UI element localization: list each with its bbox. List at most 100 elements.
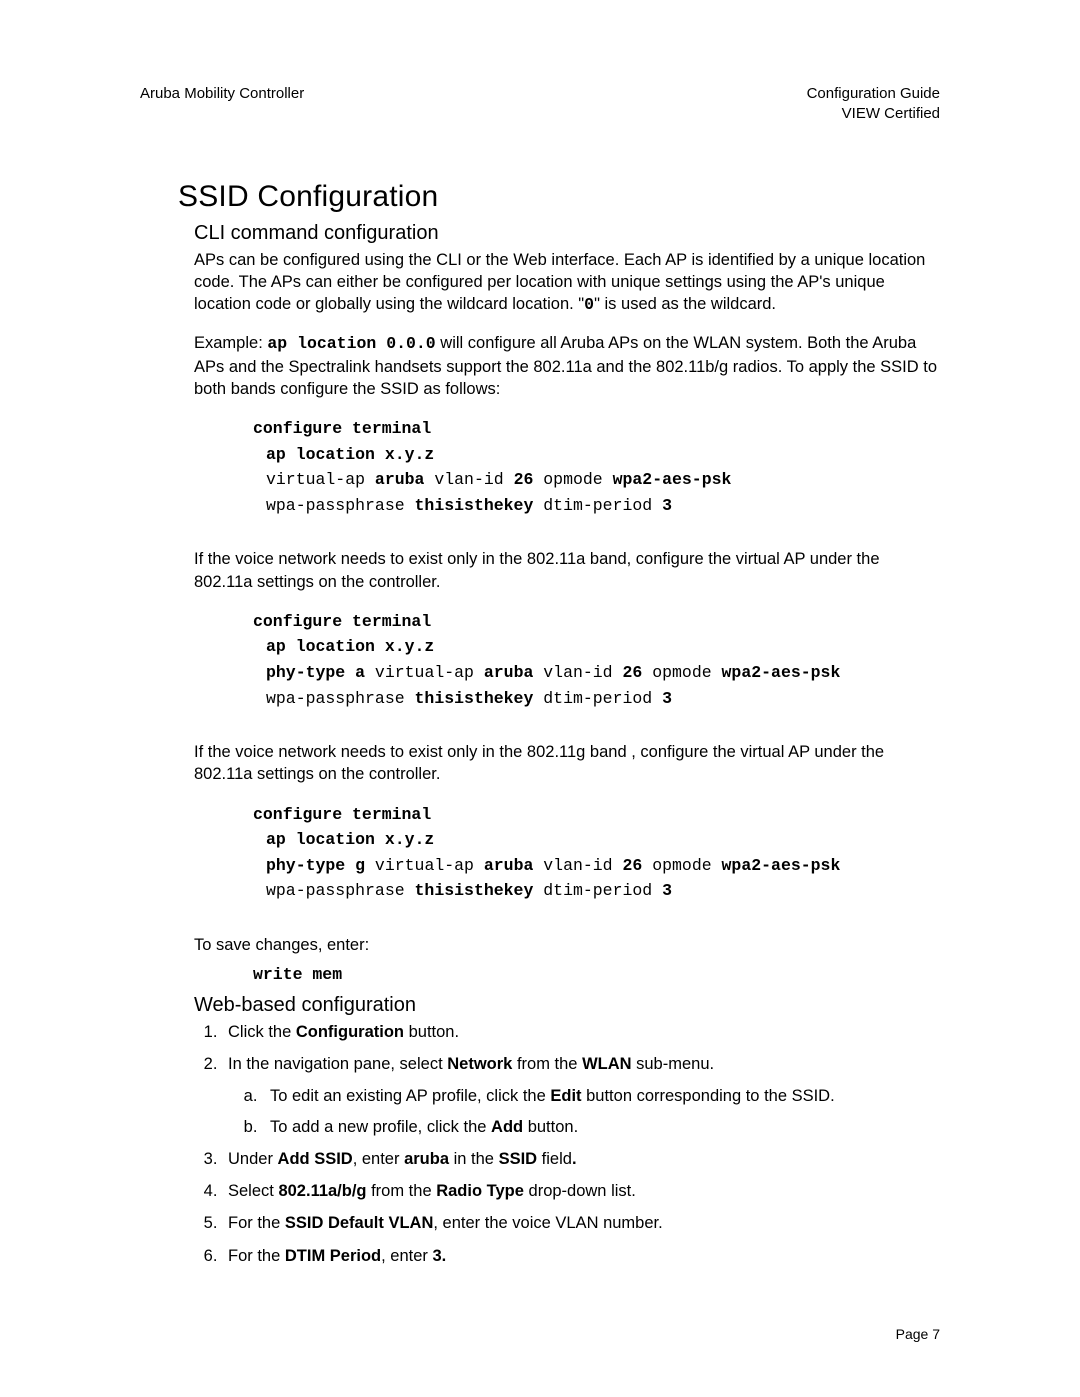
t: thisisthekey <box>415 689 534 708</box>
t: aruba <box>375 470 425 489</box>
t: wpa2-aes-psk <box>722 663 841 682</box>
code-line: wpa-passphrase thisisthekey dtim-period … <box>253 493 940 519</box>
t: 3 <box>662 881 672 900</box>
t: wpa-passphrase <box>266 881 415 900</box>
t: Configuration <box>296 1023 404 1041</box>
t: thisisthekey <box>415 881 534 900</box>
t: virtual-ap <box>266 470 375 489</box>
t: button corresponding to the SSID. <box>582 1087 835 1105</box>
step-4: Select 802.11a/b/g from the Radio Type d… <box>222 1180 940 1202</box>
t: , enter <box>381 1247 432 1265</box>
t: 3. <box>433 1247 447 1265</box>
t: SSID Default VLAN <box>285 1214 434 1232</box>
t: vlan-id <box>533 856 622 875</box>
t: virtual-ap <box>365 663 484 682</box>
code-block-write-mem: write mem <box>253 962 940 988</box>
code-line: configure terminal <box>253 609 940 635</box>
t: wpa2-aes-psk <box>613 470 732 489</box>
t: To add a new profile, click the <box>270 1118 491 1136</box>
text: " is used as the wildcard. <box>594 295 776 313</box>
page: Aruba Mobility Controller Configuration … <box>0 0 1080 1397</box>
t: For the <box>228 1247 285 1265</box>
step-2a: To edit an existing AP profile, click th… <box>262 1085 940 1107</box>
code-line: virtual-ap aruba vlan-id 26 opmode wpa2-… <box>253 467 940 493</box>
code-line: wpa-passphrase thisisthekey dtim-period … <box>253 686 940 712</box>
t: . <box>572 1150 577 1168</box>
t: wpa-passphrase <box>266 689 415 708</box>
t: , enter <box>353 1150 404 1168</box>
t: 26 <box>514 470 534 489</box>
code-line: write mem <box>253 962 940 988</box>
t: aruba <box>484 856 534 875</box>
t: 26 <box>623 663 643 682</box>
web-steps-list: Click the Configuration button. In the n… <box>194 1021 940 1267</box>
subheading-web-based-configuration: Web-based configuration <box>194 994 940 1017</box>
t: 3 <box>662 689 672 708</box>
t: button. <box>404 1023 459 1041</box>
step-3: Under Add SSID, enter aruba in the SSID … <box>222 1148 940 1170</box>
header-left: Aruba Mobility Controller <box>140 84 304 125</box>
code-block-80211a: configure terminal ap location x.y.z phy… <box>253 609 940 711</box>
paragraph: If the voice network needs to exist only… <box>194 741 940 786</box>
body: To save changes, enter: <box>194 934 940 956</box>
code-line: configure terminal <box>253 416 940 442</box>
t: virtual-ap <box>365 856 484 875</box>
code-line: ap location x.y.z <box>253 634 940 660</box>
code-line: ap location x.y.z <box>253 827 940 853</box>
subheading-cli-command-configuration: CLI command configuration <box>194 222 940 245</box>
t: To edit an existing AP profile, click th… <box>270 1087 550 1105</box>
t: vlan-id <box>533 663 622 682</box>
code-line: configure terminal <box>253 802 940 828</box>
paragraph: Example: ap location 0.0.0 will configur… <box>194 332 940 400</box>
page-number: Page 7 <box>896 1326 940 1342</box>
paragraph: To save changes, enter: <box>194 934 940 956</box>
t: dtim-period <box>533 881 662 900</box>
text: Example: <box>194 334 267 352</box>
t: Under <box>228 1150 278 1168</box>
t: sub-menu. <box>632 1055 715 1073</box>
code-line: phy-type g virtual-ap aruba vlan-id 26 o… <box>253 853 940 879</box>
t: from the <box>512 1055 582 1073</box>
t: from the <box>367 1182 437 1200</box>
t: drop-down list. <box>524 1182 636 1200</box>
t: 26 <box>623 856 643 875</box>
t: opmode <box>642 856 721 875</box>
step-5: For the SSID Default VLAN, enter the voi… <box>222 1212 940 1234</box>
paragraph: APs can be configured using the CLI or t… <box>194 249 940 317</box>
code-block-80211g: configure terminal ap location x.y.z phy… <box>253 802 940 904</box>
t: 802.11a/b/g <box>278 1182 366 1200</box>
step-6: For the DTIM Period, enter 3. <box>222 1245 940 1267</box>
step-2-sublist: To edit an existing AP profile, click th… <box>234 1085 940 1138</box>
t: wpa-passphrase <box>266 496 415 515</box>
text: APs can be configured using the CLI or t… <box>194 251 925 314</box>
t: WLAN <box>582 1055 631 1073</box>
t: Network <box>447 1055 512 1073</box>
t: wpa2-aes-psk <box>722 856 841 875</box>
code-line: wpa-passphrase thisisthekey dtim-period … <box>253 878 940 904</box>
t: Add <box>491 1118 523 1136</box>
t: Edit <box>550 1087 581 1105</box>
t: vlan-id <box>424 470 513 489</box>
wildcard-zero: 0 <box>584 295 594 314</box>
body: If the voice network needs to exist only… <box>194 548 940 593</box>
t: phy-type g <box>266 856 365 875</box>
header-right: Configuration Guide VIEW Certified <box>807 84 940 125</box>
page-header: Aruba Mobility Controller Configuration … <box>140 84 940 125</box>
code-block-both-bands: configure terminal ap location x.y.z vir… <box>253 416 940 518</box>
t: SSID <box>499 1150 538 1168</box>
t: 3 <box>662 496 672 515</box>
header-right-line1: Configuration Guide <box>807 84 940 104</box>
t: in the <box>449 1150 499 1168</box>
body: APs can be configured using the CLI or t… <box>194 249 940 401</box>
t: For the <box>228 1214 285 1232</box>
header-right-line2: VIEW Certified <box>807 104 940 124</box>
t: aruba <box>404 1150 449 1168</box>
body: If the voice network needs to exist only… <box>194 741 940 786</box>
t: opmode <box>642 663 721 682</box>
t: In the navigation pane, select <box>228 1055 447 1073</box>
t: dtim-period <box>533 496 662 515</box>
t: phy-type a <box>266 663 365 682</box>
t: aruba <box>484 663 534 682</box>
step-2b: To add a new profile, click the Add butt… <box>262 1116 940 1138</box>
t: opmode <box>533 470 612 489</box>
